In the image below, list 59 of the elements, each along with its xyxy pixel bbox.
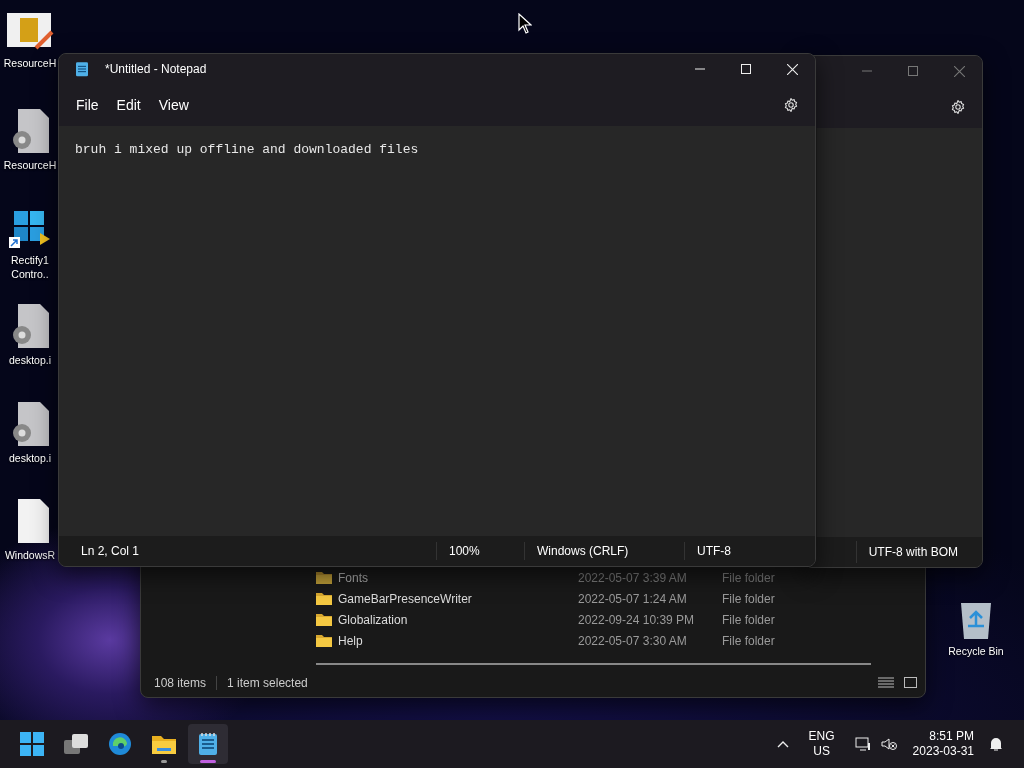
menu-item[interactable]: Edit	[107, 93, 150, 117]
settings-icon[interactable]	[950, 99, 966, 115]
cursor-position: Ln 2, Col 1	[80, 543, 141, 560]
file-name[interactable]: Help	[338, 633, 578, 648]
file-name[interactable]: GameBarPresenceWriter	[338, 591, 578, 606]
network-icon[interactable]	[854, 737, 871, 751]
settings-file-icon	[10, 401, 50, 447]
file-type: File folder	[722, 633, 775, 648]
date-modified: 2022-05-07 3:39 AM	[578, 570, 688, 585]
language-indicator[interactable]: ENG	[808, 729, 835, 744]
mouse-pointer-icon	[518, 13, 532, 34]
desktop-icon-label[interactable]: ResourceH	[2, 56, 58, 70]
tiles-view-icon[interactable]	[904, 677, 917, 689]
encoding-label[interactable]: UTF-8	[684, 542, 815, 560]
editor-icon	[6, 12, 54, 52]
chevron-up-icon[interactable]	[776, 740, 789, 748]
file-type: File folder	[722, 612, 775, 627]
text-editor[interactable]: bruh i mixed up offline and downloaded files	[59, 126, 815, 536]
folder-icon	[151, 733, 177, 755]
file-name[interactable]: Globalization	[338, 612, 578, 627]
file-name[interactable]: Fonts	[338, 570, 578, 585]
desktop-icon-label[interactable]: ResourceH	[2, 158, 58, 172]
desktop-icon-label[interactable]: Rectify1 Contro..	[2, 253, 58, 281]
desktop-icon-label[interactable]: WindowsR	[2, 548, 58, 562]
desktop-icon-label[interactable]: Recycle Bin	[936, 644, 1016, 658]
windows-logo-icon	[20, 732, 44, 756]
date-modified: 2022-05-07 1:24 AM	[578, 591, 688, 606]
file-type: File folder	[722, 591, 775, 606]
item-count: 108 items	[154, 676, 207, 690]
notepad-icon	[198, 732, 218, 756]
desktop-icon-label[interactable]: desktop.i	[2, 353, 58, 367]
notification-bell-icon[interactable]	[988, 736, 1004, 752]
selection-count: 1 item selected	[227, 676, 308, 690]
window-title: *Untitled - Notepad	[105, 62, 207, 76]
details-view-icon[interactable]	[878, 677, 894, 689]
encoding-label: UTF-8 with BOM	[855, 541, 982, 563]
folder-icon	[316, 571, 332, 584]
desktop-icon-label[interactable]: desktop.i	[2, 451, 58, 465]
notepad-icon	[75, 61, 89, 77]
zoom-level[interactable]: 100%	[436, 542, 524, 560]
task-view-icon	[63, 733, 89, 755]
browser-icon	[108, 732, 132, 756]
clock-date[interactable]: 2023-03-31	[912, 744, 974, 759]
region-indicator[interactable]: US	[808, 744, 835, 759]
folder-icon	[316, 592, 332, 605]
line-ending[interactable]: Windows (CRLF)	[524, 542, 684, 560]
taskbar-app-button[interactable]	[188, 724, 228, 764]
folder-icon	[316, 613, 332, 626]
settings-file-icon	[10, 108, 50, 154]
settings-icon[interactable]	[783, 97, 799, 113]
clock-time[interactable]: 8:51 PM	[912, 729, 974, 744]
menu-item[interactable]: File	[67, 93, 108, 117]
date-modified: 2022-09-24 10:39 PM	[578, 612, 696, 627]
file-type: File folder	[722, 570, 775, 585]
date-modified: 2022-05-07 3:30 AM	[578, 633, 688, 648]
menu-item[interactable]: View	[149, 93, 198, 117]
folder-icon	[316, 634, 332, 647]
muted-speaker-icon[interactable]	[880, 737, 897, 751]
settings-file-icon	[10, 303, 50, 349]
